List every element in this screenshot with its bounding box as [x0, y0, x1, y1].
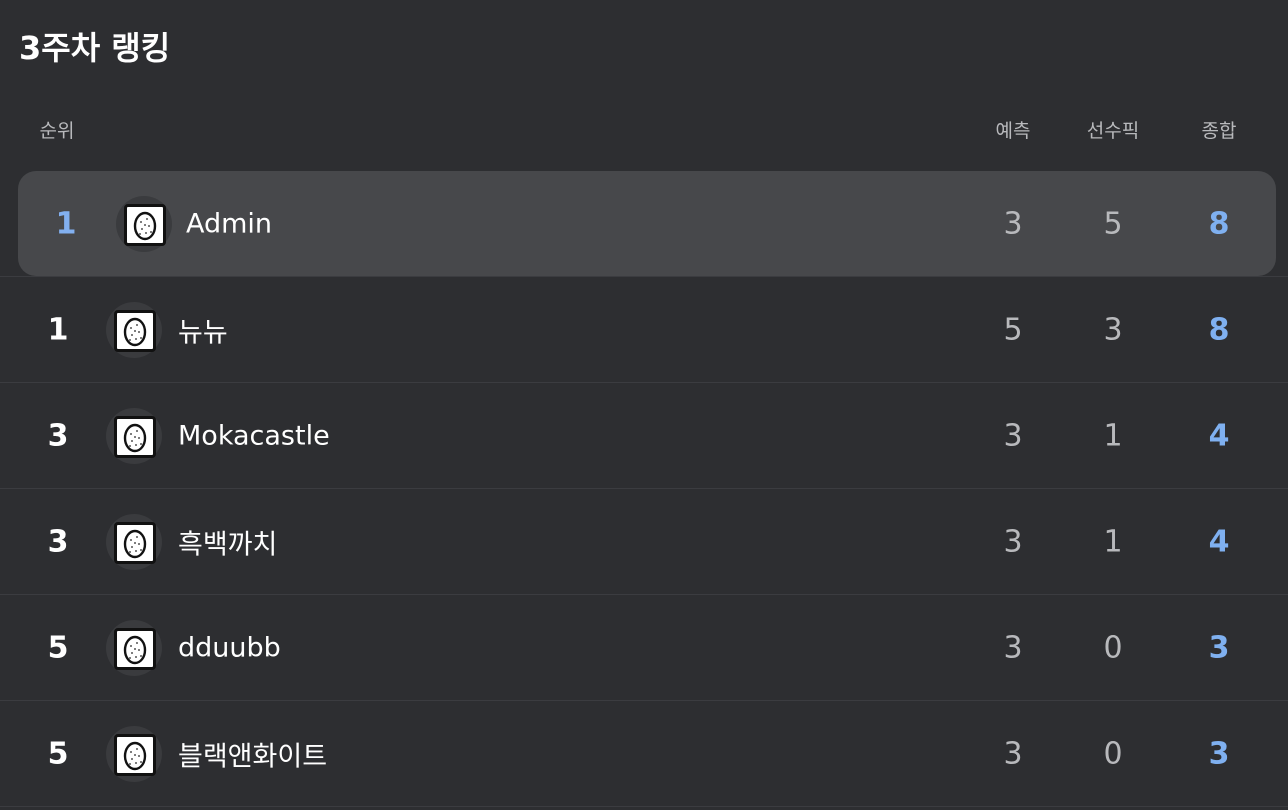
egg-icon	[114, 521, 156, 564]
egg-icon	[114, 309, 156, 352]
player-pick-score: 5	[1103, 206, 1123, 241]
table-row[interactable]: 3 흑백까치 3 1 4	[0, 489, 1288, 595]
prediction-score: 3	[1003, 524, 1023, 559]
table-row-current-user[interactable]: 1 Admin 3 5 8	[18, 171, 1276, 276]
prediction-score: 3	[1003, 206, 1023, 241]
egg-icon	[124, 203, 166, 246]
rank-value: 3	[47, 524, 69, 559]
prediction-score: 5	[1003, 312, 1023, 347]
rank-value: 1	[47, 312, 69, 347]
rank-value: 1	[55, 206, 77, 241]
avatar	[116, 195, 172, 252]
avatar	[106, 513, 162, 570]
total-score: 4	[1208, 524, 1230, 559]
player-pick-score: 0	[1103, 630, 1123, 665]
page-title: 3주차 랭킹	[19, 29, 171, 67]
header-prediction: 예측	[995, 120, 1031, 142]
prediction-score: 3	[1003, 630, 1023, 665]
player-name: 블랙앤화이트	[178, 741, 328, 772]
table-row[interactable]: 3 Mokacastle 3 1 4	[0, 383, 1288, 489]
prediction-score: 3	[1003, 736, 1023, 771]
total-score: 8	[1208, 312, 1230, 347]
avatar	[106, 619, 162, 676]
egg-icon	[114, 733, 156, 776]
table-row[interactable]: 1 뉴뉴 5 3 8	[0, 277, 1288, 383]
player-pick-score: 3	[1103, 312, 1123, 347]
prediction-score: 3	[1003, 418, 1023, 453]
ranking-page: 3주차 랭킹 순위 예측 선수픽 종합 1 Admin 3 5 8 1 뉴뉴 5…	[0, 0, 1288, 810]
total-score: 8	[1208, 206, 1230, 241]
rank-value: 5	[47, 630, 69, 665]
egg-icon	[114, 627, 156, 670]
player-name: dduubb	[178, 632, 281, 663]
egg-icon	[114, 415, 156, 458]
table-row[interactable]: 5 dduubb 3 0 3	[0, 595, 1288, 701]
table-header: 순위 예측 선수픽 종합	[0, 112, 1288, 144]
ranking-table: 1 Admin 3 5 8 1 뉴뉴 5 3 8 3 Mokacastle 3 …	[0, 171, 1288, 807]
player-name: 흑백까치	[178, 529, 278, 560]
total-score: 4	[1208, 418, 1230, 453]
avatar	[106, 725, 162, 782]
player-pick-score: 1	[1103, 418, 1123, 453]
rank-value: 3	[47, 418, 69, 453]
total-score: 3	[1208, 630, 1230, 665]
rank-value: 5	[47, 736, 69, 771]
avatar	[106, 301, 162, 358]
player-name: Mokacastle	[178, 420, 330, 451]
player-pick-score: 1	[1103, 524, 1123, 559]
player-pick-score: 0	[1103, 736, 1123, 771]
table-row[interactable]: 5 블랙앤화이트 3 0 3	[0, 701, 1288, 807]
avatar	[106, 407, 162, 464]
player-name: Admin	[186, 208, 273, 239]
header-total: 종합	[1201, 120, 1237, 142]
total-score: 3	[1208, 736, 1230, 771]
player-name: 뉴뉴	[178, 317, 228, 348]
header-rank: 순위	[39, 120, 75, 142]
header-player-pick: 선수픽	[1086, 120, 1140, 142]
